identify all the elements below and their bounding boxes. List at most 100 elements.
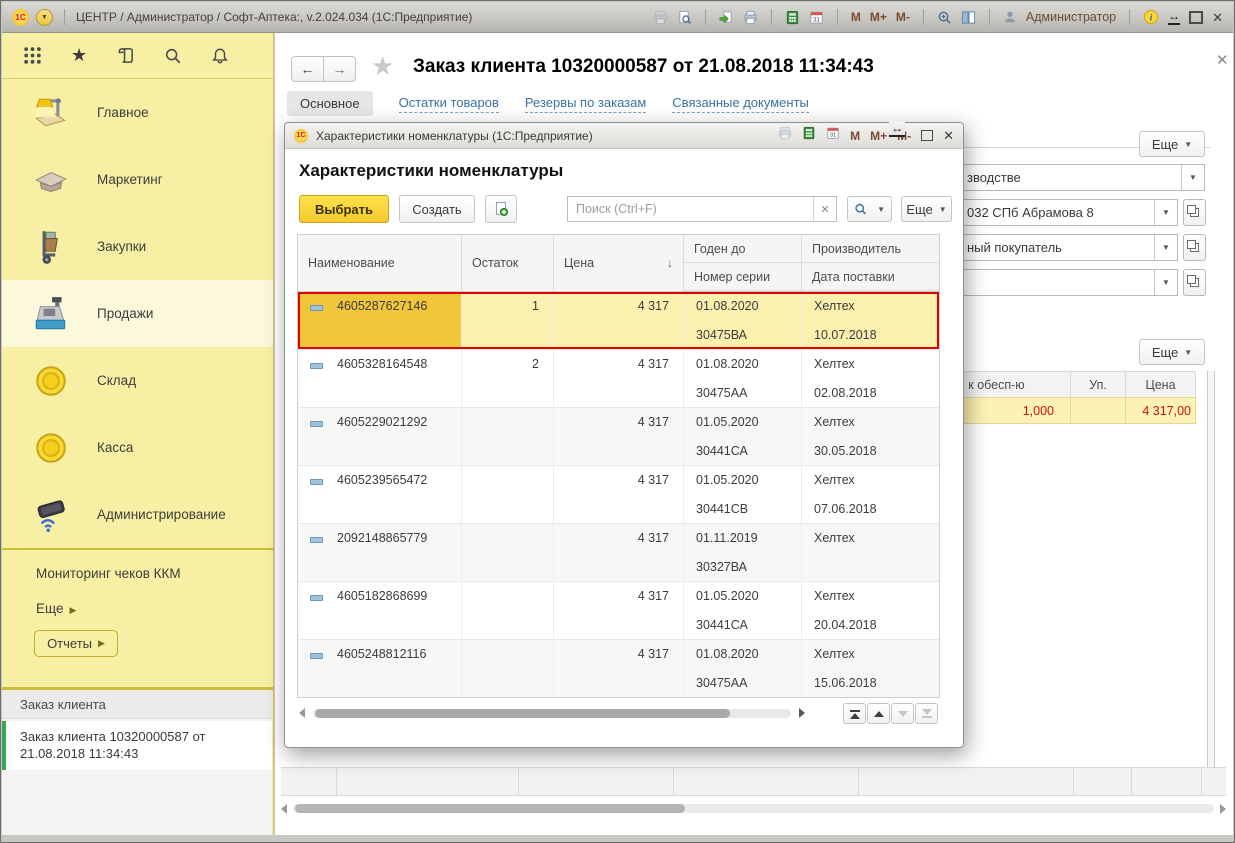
tab-reserves[interactable]: Резервы по заказам	[525, 95, 646, 113]
chevron-down-icon: ▼	[1184, 140, 1192, 149]
sidebar-item-purchasing[interactable]: Закупки	[2, 213, 273, 280]
goods-vertical-scrollbar[interactable]	[1207, 371, 1215, 795]
goods-cell-pack[interactable]	[1070, 397, 1126, 424]
dialog-more-button[interactable]: Еще▼	[901, 196, 952, 222]
col-name-header[interactable]: Наименование	[298, 235, 462, 291]
scroll-right-icon[interactable]	[799, 708, 805, 718]
calculator-icon[interactable]	[802, 126, 816, 145]
reports-button[interactable]: Отчеты▶	[34, 630, 118, 657]
favorite-star-icon[interactable]: ★	[371, 51, 394, 82]
sidebar-item-cashdesk[interactable]: Касса	[2, 414, 273, 481]
col-price-header[interactable]: Цена↓	[554, 235, 684, 291]
col-expiry-header[interactable]: Годен до	[684, 235, 802, 263]
cell-delivery: 30.05.2018	[814, 437, 939, 466]
split-view-icon[interactable]	[961, 10, 976, 25]
dialog-close-button[interactable]: ✕	[943, 129, 954, 142]
calendar-icon[interactable]: 31	[826, 126, 840, 145]
search-button[interactable]: ▼	[847, 196, 892, 222]
notifications-bell-icon[interactable]	[211, 47, 229, 65]
copy-document-icon	[493, 201, 509, 217]
sidebar-item-warehouse[interactable]: Склад	[2, 347, 273, 414]
print-icon[interactable]	[778, 126, 792, 145]
memory-m-plus-button[interactable]: M+	[870, 129, 887, 143]
open-item-button[interactable]	[1183, 199, 1206, 226]
chevron-down-icon[interactable]: ▼	[1181, 165, 1204, 190]
sidebar-more-link[interactable]: Еще▶	[36, 601, 76, 616]
scale-icon	[32, 161, 70, 199]
sidebar-item-administration[interactable]: Администрирование	[2, 481, 273, 548]
current-user-label[interactable]: Администратор	[1026, 10, 1116, 24]
forward-button[interactable]: →	[323, 56, 356, 82]
form-more-button[interactable]: Еще▼	[1139, 131, 1205, 157]
memory-m-minus-button[interactable]: M-↔	[897, 127, 911, 145]
chevron-down-icon[interactable]: ▼	[1154, 270, 1177, 295]
print-document-icon[interactable]	[743, 10, 758, 25]
chevron-down-icon[interactable]: ▼	[1154, 235, 1177, 260]
scroll-left-icon[interactable]	[299, 708, 305, 718]
search-icon[interactable]	[164, 47, 182, 65]
sections-grid-icon[interactable]	[23, 46, 42, 65]
scrollbar-thumb[interactable]	[295, 804, 685, 813]
next-row-button[interactable]	[891, 703, 914, 724]
close-window-button[interactable]: ✕	[1212, 11, 1223, 24]
calendar-icon[interactable]: 31	[809, 10, 824, 25]
maximize-button[interactable]	[1189, 11, 1203, 24]
close-form-icon[interactable]: ✕	[1216, 51, 1229, 69]
tab-stock[interactable]: Остатки товаров	[399, 95, 499, 113]
sidebar-item-main[interactable]: Главное	[2, 79, 273, 146]
go-to-link-icon[interactable]	[719, 10, 734, 25]
scrollbar-thumb[interactable]	[315, 709, 730, 718]
previous-row-button[interactable]	[867, 703, 890, 724]
info-icon[interactable]: i	[1143, 9, 1159, 25]
resize-indicator-icon[interactable]: ↔	[1168, 10, 1180, 25]
goods-col-price-header[interactable]: Цена	[1125, 371, 1196, 398]
memory-m-minus-button[interactable]: M-	[896, 10, 910, 24]
go-to-last-row-button[interactable]	[915, 703, 938, 724]
sidebar-item-sales[interactable]: Продажи	[2, 280, 273, 347]
col-delivery-header[interactable]: Дата поставки	[802, 263, 939, 291]
dialog-horizontal-scrollbar[interactable]	[285, 701, 965, 725]
dialog-maximize-button[interactable]	[921, 130, 933, 141]
memory-m-button[interactable]: M	[850, 129, 860, 143]
characteristic-row[interactable]: 46051828686994 31701.05.202030441САХелте…	[298, 582, 939, 640]
memory-m-plus-button[interactable]: M+	[870, 10, 887, 24]
tab-related-documents[interactable]: Связанные документы	[672, 95, 809, 113]
kkm-monitoring-link[interactable]: Мониторинг чеков ККМ	[36, 566, 181, 581]
main-menu-button[interactable]: ▼	[36, 9, 53, 26]
print-icon[interactable]	[653, 10, 668, 25]
open-item-button[interactable]	[1183, 269, 1206, 296]
characteristic-row[interactable]: 20921488657794 31701.11.201930327ВАХелте…	[298, 524, 939, 582]
history-icon[interactable]	[116, 46, 135, 65]
goods-more-button[interactable]: Еще▼	[1139, 339, 1205, 365]
search-input[interactable]: Поиск (Ctrl+F) ✕	[567, 196, 837, 222]
tab-main[interactable]: Основное	[287, 91, 373, 116]
memory-m-button[interactable]: M	[851, 10, 861, 24]
col-manufacturer-header[interactable]: Производитель	[802, 235, 939, 263]
characteristic-row[interactable]: 46052395654724 31701.05.202030441СВХелте…	[298, 466, 939, 524]
characteristic-row[interactable]: 460532816454824 31701.08.202030475ААХелт…	[298, 350, 939, 408]
chevron-down-icon[interactable]: ▼	[1154, 200, 1177, 225]
open-item-button[interactable]	[1183, 234, 1206, 261]
print-preview-icon[interactable]	[677, 10, 692, 25]
characteristic-row[interactable]: 46052488121164 31701.08.202030475ААХелте…	[298, 640, 939, 697]
goods-horizontal-scrollbar[interactable]	[281, 802, 1226, 815]
history-item[interactable]: Заказ клиента 10320000587 от 21.08.2018 …	[2, 721, 272, 770]
calculator-icon[interactable]	[785, 10, 800, 25]
zoom-icon[interactable]	[937, 10, 952, 25]
copy-item-button[interactable]	[485, 195, 517, 223]
back-button[interactable]: ←	[291, 56, 324, 82]
goods-cell-price[interactable]: 4 317,00	[1125, 397, 1196, 424]
favorites-star-icon[interactable]: ★	[71, 45, 87, 66]
goods-col-pack-header[interactable]: Уп.	[1070, 371, 1126, 398]
go-to-first-row-button[interactable]	[843, 703, 866, 724]
select-button[interactable]: Выбрать	[299, 195, 389, 223]
scroll-right-icon[interactable]	[1220, 804, 1226, 814]
col-stock-header[interactable]: Остаток	[462, 235, 554, 291]
create-button[interactable]: Создать	[399, 195, 475, 223]
col-serial-header[interactable]: Номер серии	[684, 263, 802, 291]
sidebar-item-marketing[interactable]: Маркетинг	[2, 146, 273, 213]
clear-search-icon[interactable]: ✕	[813, 197, 836, 221]
scroll-left-icon[interactable]	[281, 804, 287, 814]
characteristic-row[interactable]: 460528762714614 31701.08.202030475ВАХелт…	[298, 292, 939, 350]
characteristic-row[interactable]: 46052290212924 31701.05.202030441САХелте…	[298, 408, 939, 466]
